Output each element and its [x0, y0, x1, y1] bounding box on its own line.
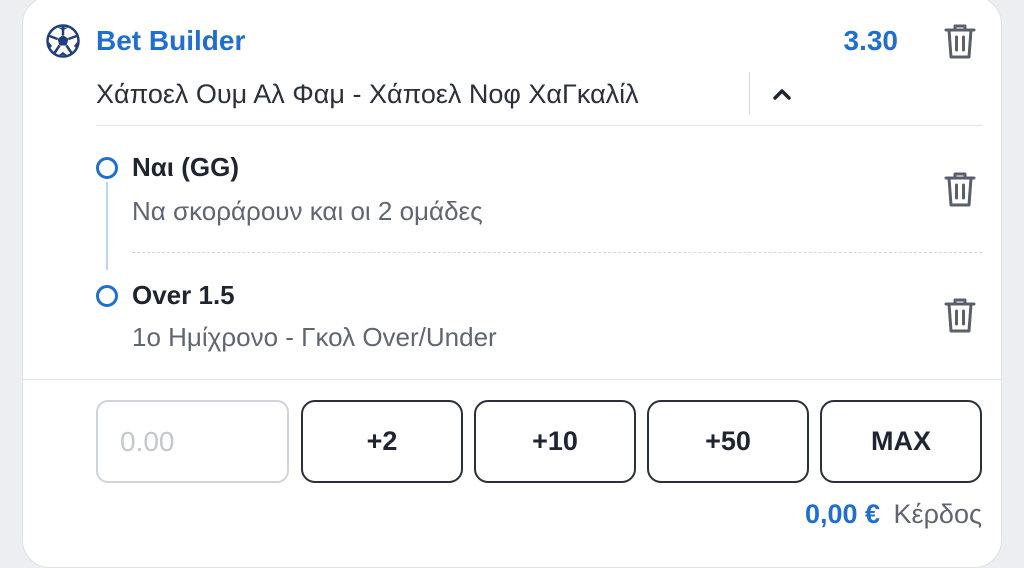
quick-stake-2-button[interactable]: +2	[301, 400, 463, 483]
selection-market: 1ο Ημίχρονο - Γκολ Over/Under	[132, 322, 497, 352]
stake-input[interactable]	[96, 400, 289, 483]
selection-name: Over 1.5	[132, 280, 235, 310]
timeline-connector	[106, 182, 108, 270]
max-stake-button[interactable]: MAX	[820, 400, 982, 483]
soccer-ball-icon	[46, 24, 80, 58]
match-name: Χάποελ Ουμ Αλ Φαμ - Χάποελ Νοφ ΧαΓκαλίλ	[96, 79, 639, 109]
selection-bullet-icon	[96, 285, 118, 307]
potential-profit: 0,00 € Κέρδος	[805, 496, 982, 532]
remove-selection-trash-icon[interactable]	[943, 296, 977, 334]
profit-label: Κέρδος	[893, 499, 982, 529]
remove-selection-trash-icon[interactable]	[943, 170, 977, 208]
selection-bullet-icon	[96, 157, 118, 179]
chevron-up-icon[interactable]	[768, 80, 796, 108]
remove-bet-trash-icon[interactable]	[943, 22, 977, 60]
quick-stake-50-button[interactable]: +50	[647, 400, 809, 483]
divider	[132, 252, 982, 253]
bet-builder-title: Bet Builder	[96, 25, 246, 56]
divider	[22, 379, 1002, 380]
profit-amount: 0,00 €	[804, 499, 881, 529]
divider	[96, 125, 982, 126]
total-odds: 3.30	[843, 25, 899, 56]
quick-stake-10-button[interactable]: +10	[474, 400, 636, 483]
selection-market: Να σκοράρουν και οι 2 ομάδες	[132, 196, 483, 226]
divider	[749, 72, 750, 114]
selection-name: Ναι (GG)	[132, 152, 239, 182]
